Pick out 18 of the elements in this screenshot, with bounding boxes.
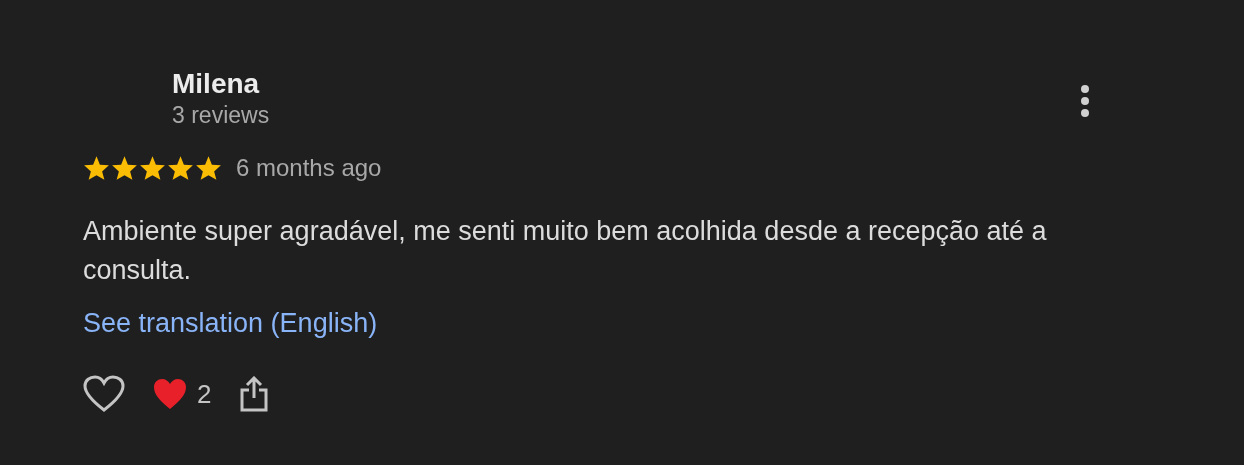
star-icon: [167, 155, 194, 181]
reaction-button[interactable]: 2: [153, 378, 212, 410]
translation-link[interactable]: See translation (English): [83, 308, 378, 339]
share-button[interactable]: [239, 376, 270, 412]
review-text: Ambiente super agradável, me senti muito bem acolhida desde a recepção até a consulta.: [83, 215, 1048, 287]
star-icon: [111, 155, 138, 181]
review-time: 6 months ago: [236, 154, 382, 182]
heart-icon: [153, 378, 187, 410]
star-icon: [195, 155, 222, 181]
review-count: 3 reviews: [172, 101, 270, 130]
like-button[interactable]: [83, 375, 125, 413]
more-options-button[interactable]: [1080, 84, 1090, 118]
share-icon: [239, 376, 270, 412]
heart-icon: [83, 375, 125, 413]
author-name[interactable]: Milena: [172, 68, 270, 100]
menu-icon: [1080, 84, 1090, 118]
star-icon: [83, 155, 110, 181]
star-icon: [139, 155, 166, 181]
